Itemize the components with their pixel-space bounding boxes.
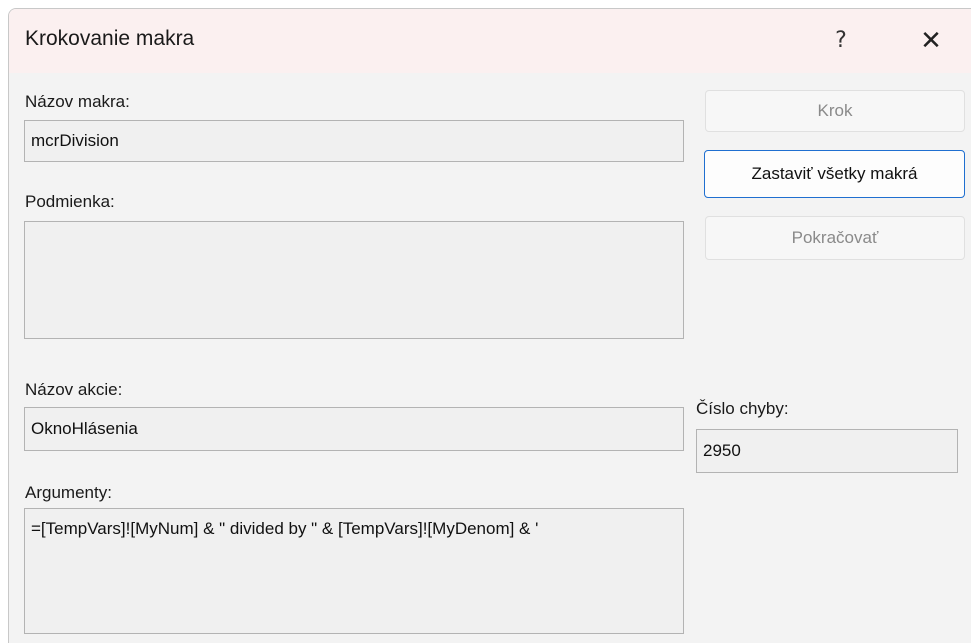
error-number-field[interactable]: 2950: [696, 429, 958, 473]
macro-name-field[interactable]: mcrDivision: [24, 120, 684, 162]
stop-all-macros-button[interactable]: Zastaviť všetky makrá: [704, 150, 965, 198]
step-button[interactable]: Krok: [705, 90, 965, 132]
dialog-title: Krokovanie makra: [25, 27, 195, 50]
error-number-label: Číslo chyby:: [696, 399, 789, 418]
macro-name-label: Názov makra:: [25, 92, 130, 111]
condition-label: Podmienka:: [25, 192, 115, 211]
action-name-label: Názov akcie:: [25, 380, 123, 399]
arguments-label: Argumenty:: [25, 483, 112, 502]
macro-single-step-dialog: Krokovanie makra ? ✕ Názov makra: mcrDiv…: [8, 8, 971, 643]
close-button[interactable]: ✕: [909, 23, 953, 59]
condition-field[interactable]: [24, 221, 684, 339]
arguments-field[interactable]: =[TempVars]![MyNum] & " divided by " & […: [24, 508, 684, 634]
help-button[interactable]: ?: [821, 23, 861, 59]
close-icon: ✕: [920, 26, 942, 56]
continue-button[interactable]: Pokračovať: [705, 216, 965, 260]
action-name-field[interactable]: OknoHlásenia: [24, 407, 684, 451]
title-bar: Krokovanie makra ? ✕: [9, 9, 971, 73]
